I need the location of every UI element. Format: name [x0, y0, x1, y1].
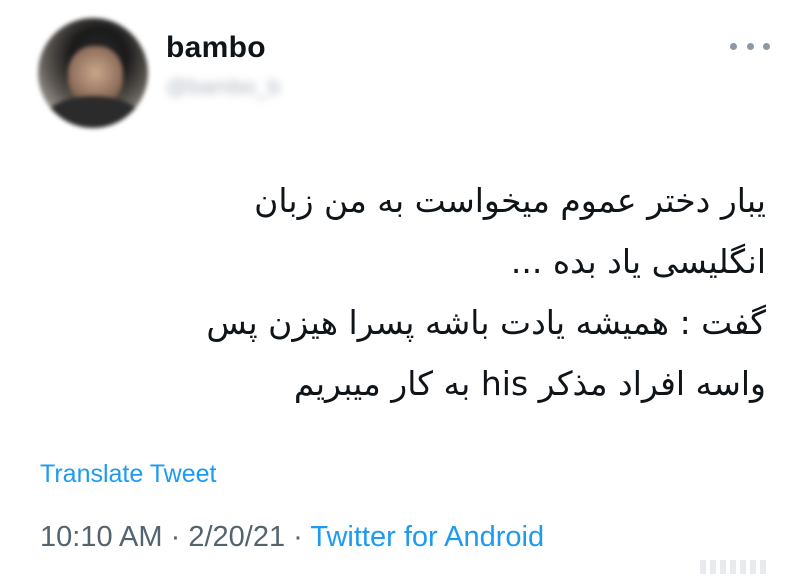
tweet-text-line: واسه افراد مذکر his به کار میبریم — [293, 364, 766, 403]
dot — [763, 42, 770, 50]
tweet-source-link[interactable]: Twitter for Android — [310, 521, 544, 553]
tweet-text-line: گفت : همیشه یادت باشه پسرا هیزن پس — [206, 303, 766, 342]
more-options-icon[interactable] — [730, 38, 770, 54]
dot — [746, 42, 754, 50]
translate-tweet-link[interactable]: Translate Tweet — [40, 460, 216, 489]
tweet-text-line: یبار دختر عموم میخواست به من زبان — [254, 181, 766, 220]
display-name[interactable]: bambo — [166, 31, 266, 65]
tweet-date[interactable]: 2/20/21 — [188, 521, 285, 553]
separator: · — [293, 521, 303, 553]
avatar-shoulders — [43, 96, 143, 128]
user-handle[interactable]: @bambo_b — [166, 74, 280, 100]
tweet-text: یبار دختر عموم میخواست به من زبان انگلیس… — [60, 170, 766, 414]
dot — [730, 42, 737, 50]
tweet-text-line: انگلیسی یاد بده ... — [510, 242, 766, 281]
tweet-time[interactable]: 10:10 AM — [40, 521, 163, 553]
avatar[interactable] — [38, 18, 148, 128]
watermark — [700, 560, 770, 574]
separator: · — [170, 521, 181, 553]
tweet-metadata: 10:10 AM · 2/20/21 · Twitter for Android — [40, 521, 544, 554]
